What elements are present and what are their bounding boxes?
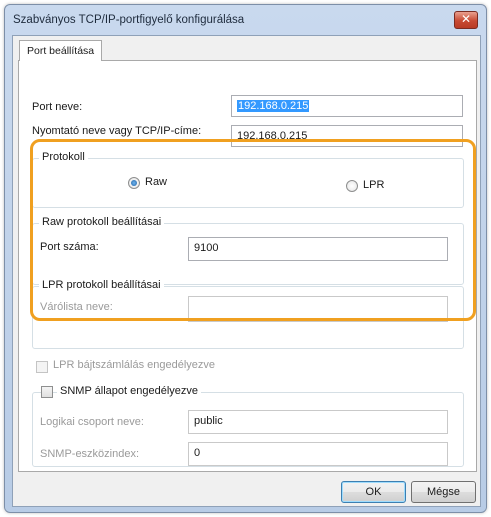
printer-address-input[interactable]: 192.168.0.215 [231, 125, 463, 147]
snmp-enabled-label: SNMP állapot engedélyezve [57, 385, 201, 397]
queue-name-input[interactable] [188, 296, 448, 322]
printer-address-label: Nyomtató neve vagy TCP/IP-címe: [32, 125, 202, 137]
tab-panel: Port neve: 192.168.0.215 Nyomtató neve v… [18, 60, 477, 472]
port-name-label: Port neve: [32, 101, 83, 113]
close-button[interactable]: ✕ [454, 11, 478, 29]
port-number-input[interactable]: 9100 [188, 237, 448, 261]
port-name-input[interactable]: 192.168.0.215 [231, 95, 463, 117]
queue-name-label: Várólista neve: [40, 301, 113, 313]
port-name-value: 192.168.0.215 [237, 100, 310, 112]
device-index-label: SNMP-eszközindex: [40, 448, 140, 460]
snmp-group: SNMP állapot engedélyezve Logikai csopor… [32, 385, 464, 467]
lpr-settings-title: LPR protokoll beállításai [39, 279, 164, 291]
close-icon: ✕ [460, 12, 472, 26]
community-name-input[interactable]: public [188, 410, 448, 434]
raw-radio-label: Raw [145, 176, 168, 188]
port-number-label: Port száma: [40, 241, 99, 253]
protocol-group: Protokoll Raw LPR [32, 151, 464, 208]
tab-port-settings[interactable]: Port beállítása [19, 40, 103, 61]
lpr-settings-group: LPR protokoll beállításai Várólista neve… [32, 279, 464, 349]
ok-button[interactable]: OK [341, 481, 406, 503]
lpr-radio[interactable] [346, 180, 358, 192]
lpr-byte-counting-checkbox[interactable] [36, 361, 48, 373]
raw-settings-title: Raw protokoll beállításai [39, 216, 165, 228]
lpr-byte-counting-label: LPR bájtszámlálás engedélyezve [53, 359, 216, 371]
raw-radio[interactable] [128, 177, 140, 189]
community-name-label: Logikai csoport neve: [40, 416, 144, 428]
cancel-button[interactable]: Mégse [411, 481, 476, 503]
window-title: Szabványos TCP/IP-portfigyelő konfigurál… [13, 14, 245, 26]
device-index-input[interactable]: 0 [188, 442, 448, 466]
dialog-window: Szabványos TCP/IP-portfigyelő konfigurál… [4, 4, 487, 513]
raw-settings-group: Raw protokoll beállításai Port száma: 91… [32, 216, 464, 285]
snmp-enabled-checkbox[interactable] [41, 386, 53, 398]
lpr-radio-label: LPR [363, 179, 385, 191]
protocol-group-title: Protokoll [39, 151, 88, 163]
dialog-client-area: Port beállítása Port neve: 192.168.0.215… [12, 35, 481, 507]
